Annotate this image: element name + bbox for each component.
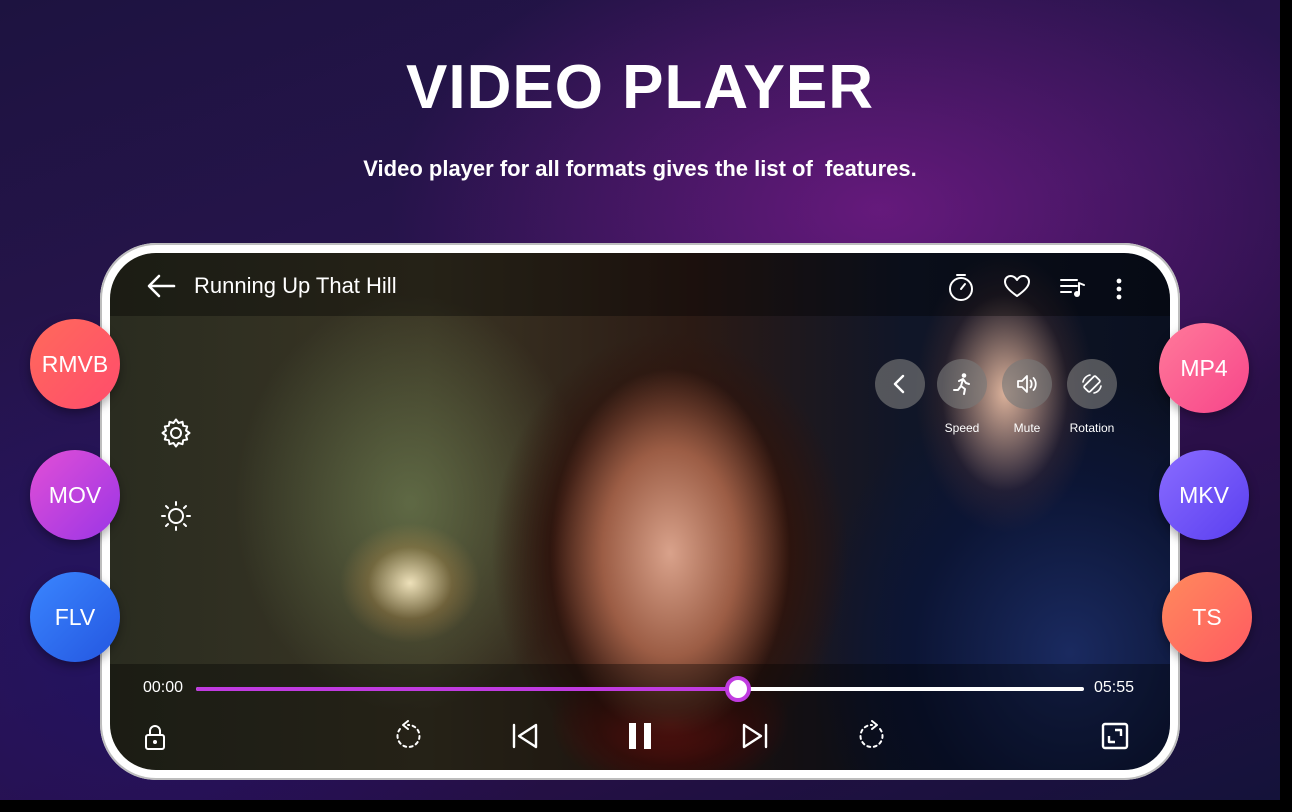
format-badge-ts: TS bbox=[1162, 572, 1252, 662]
total-time: 05:55 bbox=[1094, 679, 1135, 696]
video-title: Running Up That Hill bbox=[194, 273, 397, 298]
pause-icon[interactable] bbox=[626, 721, 654, 751]
playlist-icon[interactable] bbox=[1059, 275, 1087, 299]
speed-label: Speed bbox=[944, 421, 980, 435]
speed-button[interactable] bbox=[937, 359, 987, 409]
brightness-icon[interactable] bbox=[160, 500, 192, 532]
settings-gear-icon[interactable] bbox=[160, 417, 192, 449]
bottom-bar bbox=[110, 664, 1170, 770]
chevron-left-icon bbox=[893, 374, 905, 394]
rewind-icon[interactable] bbox=[392, 720, 424, 752]
seek-bar[interactable] bbox=[196, 676, 1084, 702]
next-icon[interactable] bbox=[740, 722, 770, 750]
back-arrow-icon[interactable] bbox=[146, 273, 176, 299]
rotation-label: Rotation bbox=[1069, 421, 1115, 435]
format-badge-rmvb: RMVB bbox=[30, 319, 120, 409]
seek-thumb[interactable] bbox=[724, 676, 751, 702]
running-person-icon bbox=[953, 373, 970, 395]
collapse-actions-button[interactable] bbox=[875, 359, 925, 409]
format-badge-mp4: MP4 bbox=[1159, 323, 1249, 413]
fullscreen-icon[interactable] bbox=[1101, 722, 1129, 750]
speaker-icon bbox=[1017, 375, 1037, 393]
seek-progress bbox=[196, 687, 738, 691]
mute-label: Mute bbox=[1013, 421, 1041, 435]
mute-button[interactable] bbox=[1002, 359, 1052, 409]
page-title: VIDEO PLAYER bbox=[406, 53, 874, 122]
heart-icon[interactable] bbox=[1003, 274, 1031, 298]
format-badge-flv: FLV bbox=[30, 572, 120, 662]
forward-icon[interactable] bbox=[856, 720, 888, 752]
rotation-button[interactable] bbox=[1067, 359, 1117, 409]
more-vert-icon[interactable] bbox=[1114, 277, 1124, 301]
lock-icon[interactable] bbox=[143, 723, 167, 751]
format-badge-mkv: MKV bbox=[1159, 450, 1249, 540]
video-screen[interactable]: Running Up That Hill Speed Mute Rotation… bbox=[110, 253, 1170, 770]
previous-icon[interactable] bbox=[510, 722, 540, 750]
timer-icon[interactable] bbox=[947, 272, 975, 302]
page-subtitle: Video player for all formats gives the l… bbox=[363, 156, 917, 181]
current-time: 00:00 bbox=[143, 679, 184, 696]
rotate-icon bbox=[1082, 374, 1102, 394]
format-badge-mov: MOV bbox=[30, 450, 120, 540]
